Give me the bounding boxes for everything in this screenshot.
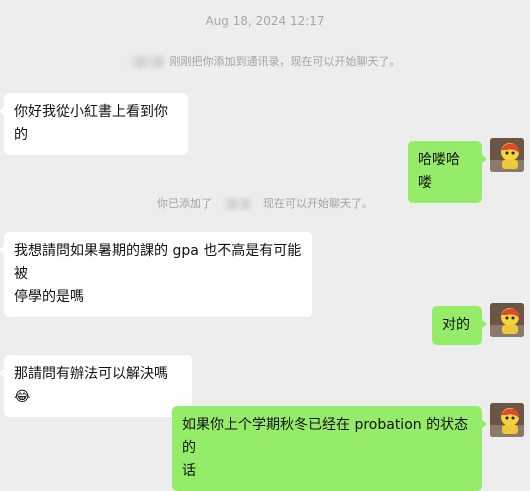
redacted-name [223, 198, 252, 210]
laughing-emoji-icon: 😂 [14, 389, 31, 405]
system-notice-prefix: 你已添加了 [157, 197, 212, 210]
self-avatar[interactable] [490, 138, 524, 172]
cartoon-avatar-icon [490, 138, 524, 172]
system-notice-text: 刚刚把你添加到通讯录，现在可以开始聊天了。 [169, 55, 401, 68]
message-text: 对的 [442, 317, 470, 333]
message-text-line: 停學的是嗎 [14, 289, 84, 305]
message-text: 你好我從小紅書上看到你的 [14, 104, 168, 143]
message-incoming[interactable]: 你好我從小紅書上看到你的 [0, 93, 188, 155]
cartoon-avatar-icon [490, 303, 524, 337]
redacted-name [129, 56, 166, 68]
cartoon-avatar-icon [490, 403, 524, 437]
message-incoming[interactable]: 那請問有辦法可以解決嗎 😂 [0, 355, 192, 417]
system-notice-suffix: 现在可以开始聊天了。 [263, 197, 373, 210]
message-text-line: 话 [182, 463, 196, 479]
system-notice-added: 刚刚把你添加到通讯录，现在可以开始聊天了。 [0, 53, 530, 69]
message-outgoing[interactable]: 如果你上个学期秋冬已经在 probation 的状态的 话 [172, 406, 487, 491]
system-notice-you-added: 你已添加了 现在可以开始聊天了。 [0, 195, 530, 211]
message-text: 那請問有辦法可以解決嗎 [14, 366, 168, 382]
self-avatar[interactable] [490, 303, 524, 337]
self-avatar[interactable] [490, 403, 524, 437]
message-incoming[interactable]: 我想請問如果暑期的課的 gpa 也不高是有可能被 停學的是嗎 [0, 232, 312, 317]
message-outgoing[interactable]: 哈喽哈喽 [408, 141, 487, 203]
message-text-line: 如果你上个学期秋冬已经在 probation 的状态的 [182, 417, 469, 456]
message-outgoing[interactable]: 对的 [432, 306, 487, 345]
message-text: 哈喽哈喽 [418, 152, 460, 191]
chat-timestamp: Aug 18, 2024 12:17 [205, 14, 325, 28]
message-text-line: 我想請問如果暑期的課的 gpa 也不高是有可能被 [14, 243, 302, 282]
